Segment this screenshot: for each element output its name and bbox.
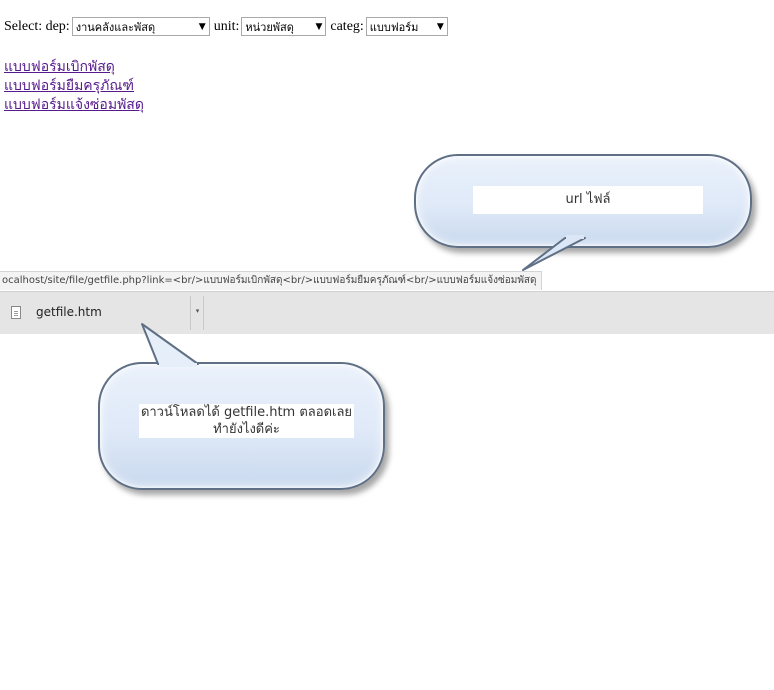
categ-select[interactable]: แบบฟอร์ม ▼ bbox=[365, 17, 448, 36]
unit-label: unit: bbox=[213, 18, 240, 34]
download-callout-text: ดาวน์โหลดได้ getfile.htm ตลอดเลย ทำยังไง… bbox=[139, 404, 354, 438]
link-withdraw-form[interactable]: แบบฟอร์มเบิกพัสดุ bbox=[4, 58, 144, 77]
unit-dropdown-arrow-icon: ▼ bbox=[315, 21, 323, 32]
download-callout-line-2: ทำยังไงดีค่ะ bbox=[213, 422, 280, 437]
file-icon bbox=[11, 306, 21, 319]
url-callout-tail bbox=[522, 235, 586, 271]
download-callout-tail bbox=[141, 323, 199, 367]
link-repair-form[interactable]: แบบฟอร์มแจ้งซ่อมพัสดุ bbox=[4, 96, 144, 115]
download-filename: getfile.htm bbox=[36, 305, 102, 319]
categ-label: categ: bbox=[330, 18, 364, 34]
form-links: แบบฟอร์มเบิกพัสดุ แบบฟอร์มยืมครุภัณฑ์ แบ… bbox=[4, 58, 144, 115]
link-borrow-form[interactable]: แบบฟอร์มยืมครุภัณฑ์ bbox=[4, 77, 144, 96]
unit-select-value: หน่วยพัสดุ bbox=[245, 20, 294, 34]
status-bar-url: ocalhost/site/file/getfile.php?link=<br/… bbox=[0, 271, 542, 290]
filter-row: Select: dep: งานคลังและพัสดุ ▼ unit: หน่… bbox=[4, 17, 452, 36]
url-callout-text: url ไฟล์ bbox=[473, 186, 703, 214]
dep-label: Select: dep: bbox=[4, 18, 70, 34]
dep-dropdown-arrow-icon: ▼ bbox=[198, 21, 206, 32]
dep-select[interactable]: งานคลังและพัสดุ ▼ bbox=[71, 17, 210, 36]
categ-select-value: แบบฟอร์ม bbox=[369, 20, 419, 34]
download-bar: getfile.htm ▾ bbox=[0, 291, 774, 334]
categ-dropdown-arrow-icon: ▼ bbox=[436, 21, 444, 32]
download-callout-line-1: ดาวน์โหลดได้ getfile.htm ตลอดเลย bbox=[140, 405, 353, 420]
unit-select[interactable]: หน่วยพัสดุ ▼ bbox=[241, 17, 327, 36]
dep-select-value: งานคลังและพัสดุ bbox=[75, 20, 156, 34]
